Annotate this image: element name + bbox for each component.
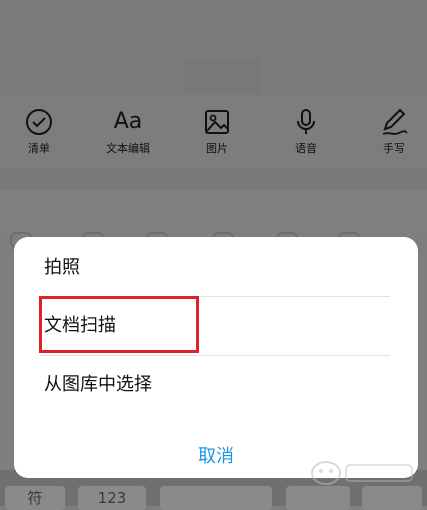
highlight-box — [39, 296, 199, 353]
toolbar-item-label: 文本编辑 — [106, 142, 150, 155]
toolbar-item-label: 语音 — [295, 142, 317, 155]
option-take-photo[interactable]: 拍照 — [14, 240, 418, 296]
toolbar-item-handwriting[interactable]: 手写 — [359, 97, 427, 167]
toolbar-item-label: 手写 — [383, 142, 405, 155]
photo-source-action-sheet: 拍照 文档扫描 从图库中选择 取消 — [14, 237, 418, 478]
option-label: 从图库中选择 — [44, 374, 152, 395]
key-space — [160, 486, 272, 510]
key-symbols: 符 — [5, 486, 65, 510]
toolbar-item-label: 图片 — [206, 142, 228, 155]
microphone-icon — [297, 109, 315, 134]
toolbar-item-text-edit[interactable]: Aa 文本编辑 — [93, 97, 163, 167]
option-label: 拍照 — [44, 257, 80, 278]
dimmed-element — [183, 58, 261, 94]
toolbar-item-checklist[interactable]: 清单 — [4, 97, 74, 167]
option-choose-from-gallery[interactable]: 从图库中选择 — [14, 357, 418, 413]
toolbar-item-label: 清单 — [28, 142, 50, 155]
toolbar-item-image[interactable]: 图片 — [182, 97, 252, 167]
key-return — [362, 486, 422, 510]
dimmed-divider — [0, 167, 427, 190]
checklist-icon — [26, 109, 52, 135]
handwriting-icon — [382, 108, 408, 135]
text-edit-icon: Aa — [113, 109, 143, 134]
insert-toolbar: 清单 Aa 文本编辑 图片 语音 手写 — [0, 97, 427, 167]
watermark-logo — [311, 461, 413, 485]
toolbar-item-voice[interactable]: 语音 — [271, 97, 341, 167]
key-language — [286, 486, 350, 510]
key-numbers: 123 — [78, 486, 146, 510]
image-icon — [205, 110, 229, 134]
divider — [40, 355, 390, 356]
